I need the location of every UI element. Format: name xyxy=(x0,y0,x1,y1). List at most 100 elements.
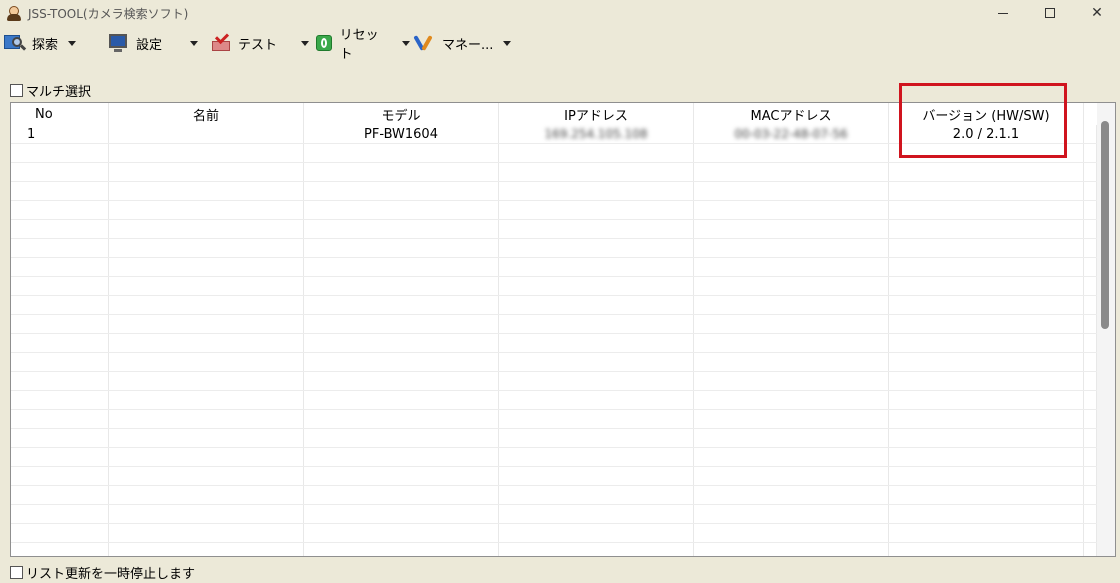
empty-cell xyxy=(499,277,694,295)
column-header-name[interactable]: 名前 xyxy=(109,103,304,125)
row-filler xyxy=(1084,125,1097,143)
empty-cell xyxy=(499,410,694,428)
empty-cell xyxy=(109,163,304,181)
empty-cell xyxy=(499,201,694,219)
empty-cell xyxy=(499,429,694,447)
vertical-scrollbar[interactable] xyxy=(1097,103,1115,556)
empty-cell xyxy=(889,315,1084,333)
empty-cell xyxy=(304,467,499,485)
empty-cell xyxy=(889,334,1084,352)
cell-name xyxy=(109,125,304,143)
empty-table-row xyxy=(11,486,1097,505)
empty-cell xyxy=(304,220,499,238)
empty-cell xyxy=(694,239,889,257)
empty-cell xyxy=(304,448,499,466)
empty-cell xyxy=(11,182,109,200)
column-header-no[interactable]: No xyxy=(11,103,109,125)
empty-cell xyxy=(109,505,304,523)
column-header-mac[interactable]: MACアドレス xyxy=(694,103,889,125)
empty-table-row xyxy=(11,315,1097,334)
empty-cell xyxy=(109,543,304,556)
manage-button[interactable]: マネー... xyxy=(410,30,520,56)
empty-table-row xyxy=(11,277,1097,296)
empty-cell xyxy=(889,486,1084,504)
minimize-button[interactable] xyxy=(980,0,1026,26)
empty-cell xyxy=(889,448,1084,466)
empty-cell xyxy=(109,410,304,428)
empty-cell xyxy=(889,182,1084,200)
column-header-model[interactable]: モデル xyxy=(304,103,499,125)
empty-cell xyxy=(694,201,889,219)
empty-cell xyxy=(1084,163,1097,181)
empty-cell xyxy=(694,163,889,181)
empty-cell xyxy=(499,258,694,276)
empty-cell xyxy=(889,239,1084,257)
empty-cell xyxy=(11,467,109,485)
close-icon: ✕ xyxy=(1091,5,1103,21)
empty-cell xyxy=(1084,315,1097,333)
settings-label: 設定 xyxy=(136,37,163,53)
manage-dropdown-arrow-icon[interactable] xyxy=(503,40,512,46)
empty-cell xyxy=(304,353,499,371)
cell-ip: 169.254.105.108 xyxy=(499,125,694,143)
empty-cell xyxy=(304,391,499,409)
empty-cell xyxy=(304,201,499,219)
reset-dropdown-arrow-icon[interactable] xyxy=(402,40,410,46)
empty-cell xyxy=(304,163,499,181)
multi-select-checkbox[interactable]: マルチ選択 xyxy=(10,81,91,100)
search-dropdown-arrow-icon[interactable] xyxy=(68,40,77,46)
empty-cell xyxy=(1084,334,1097,352)
empty-table-row xyxy=(11,429,1097,448)
empty-cell xyxy=(889,372,1084,390)
empty-cell xyxy=(889,163,1084,181)
empty-cell xyxy=(109,315,304,333)
empty-cell xyxy=(499,144,694,162)
scrollbar-thumb[interactable] xyxy=(1101,121,1109,329)
title-bar: JSS-TOOL(カメラ検索ソフト) ✕ xyxy=(0,0,1120,26)
reset-button[interactable]: リセット xyxy=(310,28,410,62)
multi-select-checkbox-box[interactable] xyxy=(10,84,23,97)
search-button[interactable]: 探索 xyxy=(0,30,104,56)
maximize-button[interactable] xyxy=(1027,0,1073,26)
empty-cell xyxy=(11,391,109,409)
version-highlight-box xyxy=(899,83,1067,158)
settings-button[interactable]: 設定 xyxy=(104,30,206,56)
test-button[interactable]: テスト xyxy=(206,29,310,56)
empty-cell xyxy=(11,429,109,447)
pause-update-checkbox-box[interactable] xyxy=(10,566,23,579)
empty-cell xyxy=(1084,353,1097,371)
empty-cell xyxy=(889,543,1084,556)
empty-cell xyxy=(304,543,499,556)
test-dropdown-arrow-icon[interactable] xyxy=(301,40,310,46)
settings-dropdown-arrow-icon[interactable] xyxy=(190,40,199,46)
close-button[interactable]: ✕ xyxy=(1074,0,1120,26)
empty-cell xyxy=(304,524,499,542)
empty-cell xyxy=(109,334,304,352)
empty-cell xyxy=(1084,505,1097,523)
empty-cell xyxy=(889,410,1084,428)
empty-cell xyxy=(694,391,889,409)
empty-cell xyxy=(109,258,304,276)
empty-cell xyxy=(889,353,1084,371)
empty-table-row xyxy=(11,448,1097,467)
pause-update-checkbox[interactable]: リスト更新を一時停止します xyxy=(10,563,195,582)
empty-cell xyxy=(694,144,889,162)
empty-cell xyxy=(1084,258,1097,276)
empty-cell xyxy=(889,391,1084,409)
empty-cell xyxy=(11,315,109,333)
empty-cell xyxy=(304,372,499,390)
empty-cell xyxy=(109,467,304,485)
empty-cell xyxy=(694,467,889,485)
empty-cell xyxy=(499,296,694,314)
monitor-settings-icon xyxy=(108,33,130,53)
empty-cell xyxy=(694,410,889,428)
empty-cell xyxy=(889,220,1084,238)
empty-cell xyxy=(11,296,109,314)
cell-no: 1 xyxy=(11,125,109,143)
empty-table-row xyxy=(11,505,1097,524)
column-header-ip[interactable]: IPアドレス xyxy=(499,103,694,125)
empty-cell xyxy=(694,543,889,556)
search-label: 探索 xyxy=(32,37,59,53)
empty-cell xyxy=(11,144,109,162)
camera-list-table[interactable]: No 名前 モデル IPアドレス MACアドレス バージョン (HW/SW) 1… xyxy=(10,102,1116,557)
